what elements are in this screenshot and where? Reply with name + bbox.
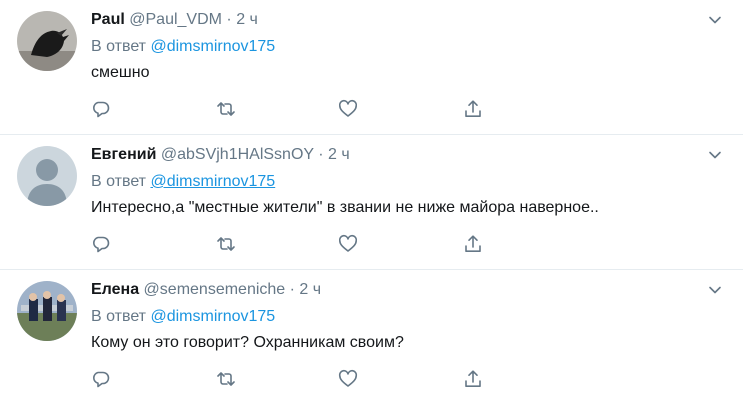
- tweet-text: Кому он это говорит? Охранникам своим?: [91, 334, 404, 351]
- separator: ·: [289, 281, 295, 298]
- reply-prefix: В ответ: [91, 308, 147, 325]
- timestamp[interactable]: 2 ч: [328, 146, 350, 163]
- retweet-icon[interactable]: [216, 234, 236, 254]
- tweet-actions: [91, 234, 491, 254]
- author-name[interactable]: Елена: [91, 281, 139, 298]
- retweet-icon[interactable]: [216, 369, 236, 389]
- tweet-text: смешно: [91, 64, 150, 81]
- reply-icon[interactable]: [91, 99, 111, 119]
- tweet-actions: [91, 99, 491, 119]
- tweet-text: Интересно,а "местные жители" в звании не…: [91, 199, 599, 216]
- heart-icon[interactable]: [338, 369, 358, 389]
- avatar[interactable]: [17, 281, 77, 341]
- author-handle[interactable]: @Paul_VDM: [129, 11, 222, 28]
- share-icon[interactable]: [463, 234, 483, 254]
- author-name[interactable]: Paul: [91, 11, 125, 28]
- reply-mention-link[interactable]: @dimsmirnov175: [150, 38, 275, 55]
- tweet[interactable]: Елена @semensemeniche · 2 ч В ответ @dim…: [0, 270, 743, 405]
- chevron-down-icon[interactable]: [707, 147, 723, 163]
- avatar[interactable]: [17, 11, 77, 71]
- separator: ·: [226, 11, 232, 28]
- timestamp[interactable]: 2 ч: [236, 11, 258, 28]
- share-icon[interactable]: [463, 99, 483, 119]
- reply-prefix: В ответ: [91, 38, 147, 55]
- share-icon[interactable]: [463, 369, 483, 389]
- tweet[interactable]: Paul @Paul_VDM · 2 ч В ответ @dimsmirnov…: [0, 0, 743, 135]
- timestamp[interactable]: 2 ч: [299, 281, 321, 298]
- tweet-actions: [91, 369, 491, 389]
- retweet-icon[interactable]: [216, 99, 236, 119]
- heart-icon[interactable]: [338, 234, 358, 254]
- reply-icon[interactable]: [91, 234, 111, 254]
- tweet-header: Евгений @abSVjh1HAlSsnOY · 2 ч: [91, 145, 350, 165]
- tweet-header: Елена @semensemeniche · 2 ч: [91, 280, 321, 300]
- author-handle[interactable]: @abSVjh1HAlSsnOY: [161, 146, 314, 163]
- reply-icon[interactable]: [91, 369, 111, 389]
- heart-icon[interactable]: [338, 99, 358, 119]
- author-handle[interactable]: @semensemeniche: [144, 281, 286, 298]
- reply-context: В ответ @dimsmirnov175: [91, 306, 275, 328]
- reply-mention-link[interactable]: @dimsmirnov175: [150, 173, 275, 190]
- reply-context: В ответ @dimsmirnov175: [91, 171, 275, 193]
- avatar[interactable]: [17, 146, 77, 206]
- tweet-header: Paul @Paul_VDM · 2 ч: [91, 10, 258, 30]
- tweet[interactable]: Евгений @abSVjh1HAlSsnOY · 2 ч В ответ @…: [0, 135, 743, 270]
- reply-mention-link[interactable]: @dimsmirnov175: [150, 308, 275, 325]
- chevron-down-icon[interactable]: [707, 12, 723, 28]
- separator: ·: [318, 146, 324, 163]
- chevron-down-icon[interactable]: [707, 282, 723, 298]
- reply-prefix: В ответ: [91, 173, 147, 190]
- author-name[interactable]: Евгений: [91, 146, 156, 163]
- reply-context: В ответ @dimsmirnov175: [91, 36, 275, 58]
